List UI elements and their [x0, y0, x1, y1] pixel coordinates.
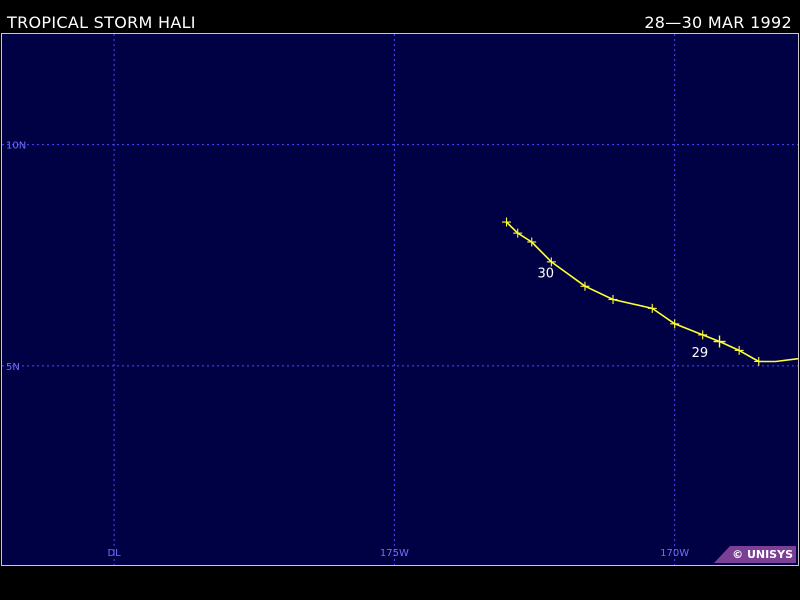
track-position-marker [754, 356, 764, 366]
track-position-marker [698, 330, 708, 340]
longitude-label: 175W [380, 548, 409, 559]
date-range: 28—30 MAR 1992 [644, 13, 792, 32]
latitude-label: 5N [6, 362, 20, 373]
longitude-label: DL [107, 548, 121, 559]
track-map-canvas: DL 175W 170W 10N 5N 30 29 [2, 34, 798, 565]
storm-track-line [505, 221, 798, 363]
track-day-label: 29 [692, 346, 709, 361]
longitude-label: 170W [660, 548, 689, 559]
track-position-marker [608, 295, 618, 304]
latitude-label: 10N [6, 141, 26, 152]
track-day-label: 30 [537, 266, 554, 281]
track-map: DL 175W 170W 10N 5N 30 29 © UNISYS [1, 33, 799, 566]
storm-title: TROPICAL STORM HALI [7, 13, 196, 32]
track-position-marker [713, 335, 726, 348]
track-position-marker [734, 345, 744, 355]
